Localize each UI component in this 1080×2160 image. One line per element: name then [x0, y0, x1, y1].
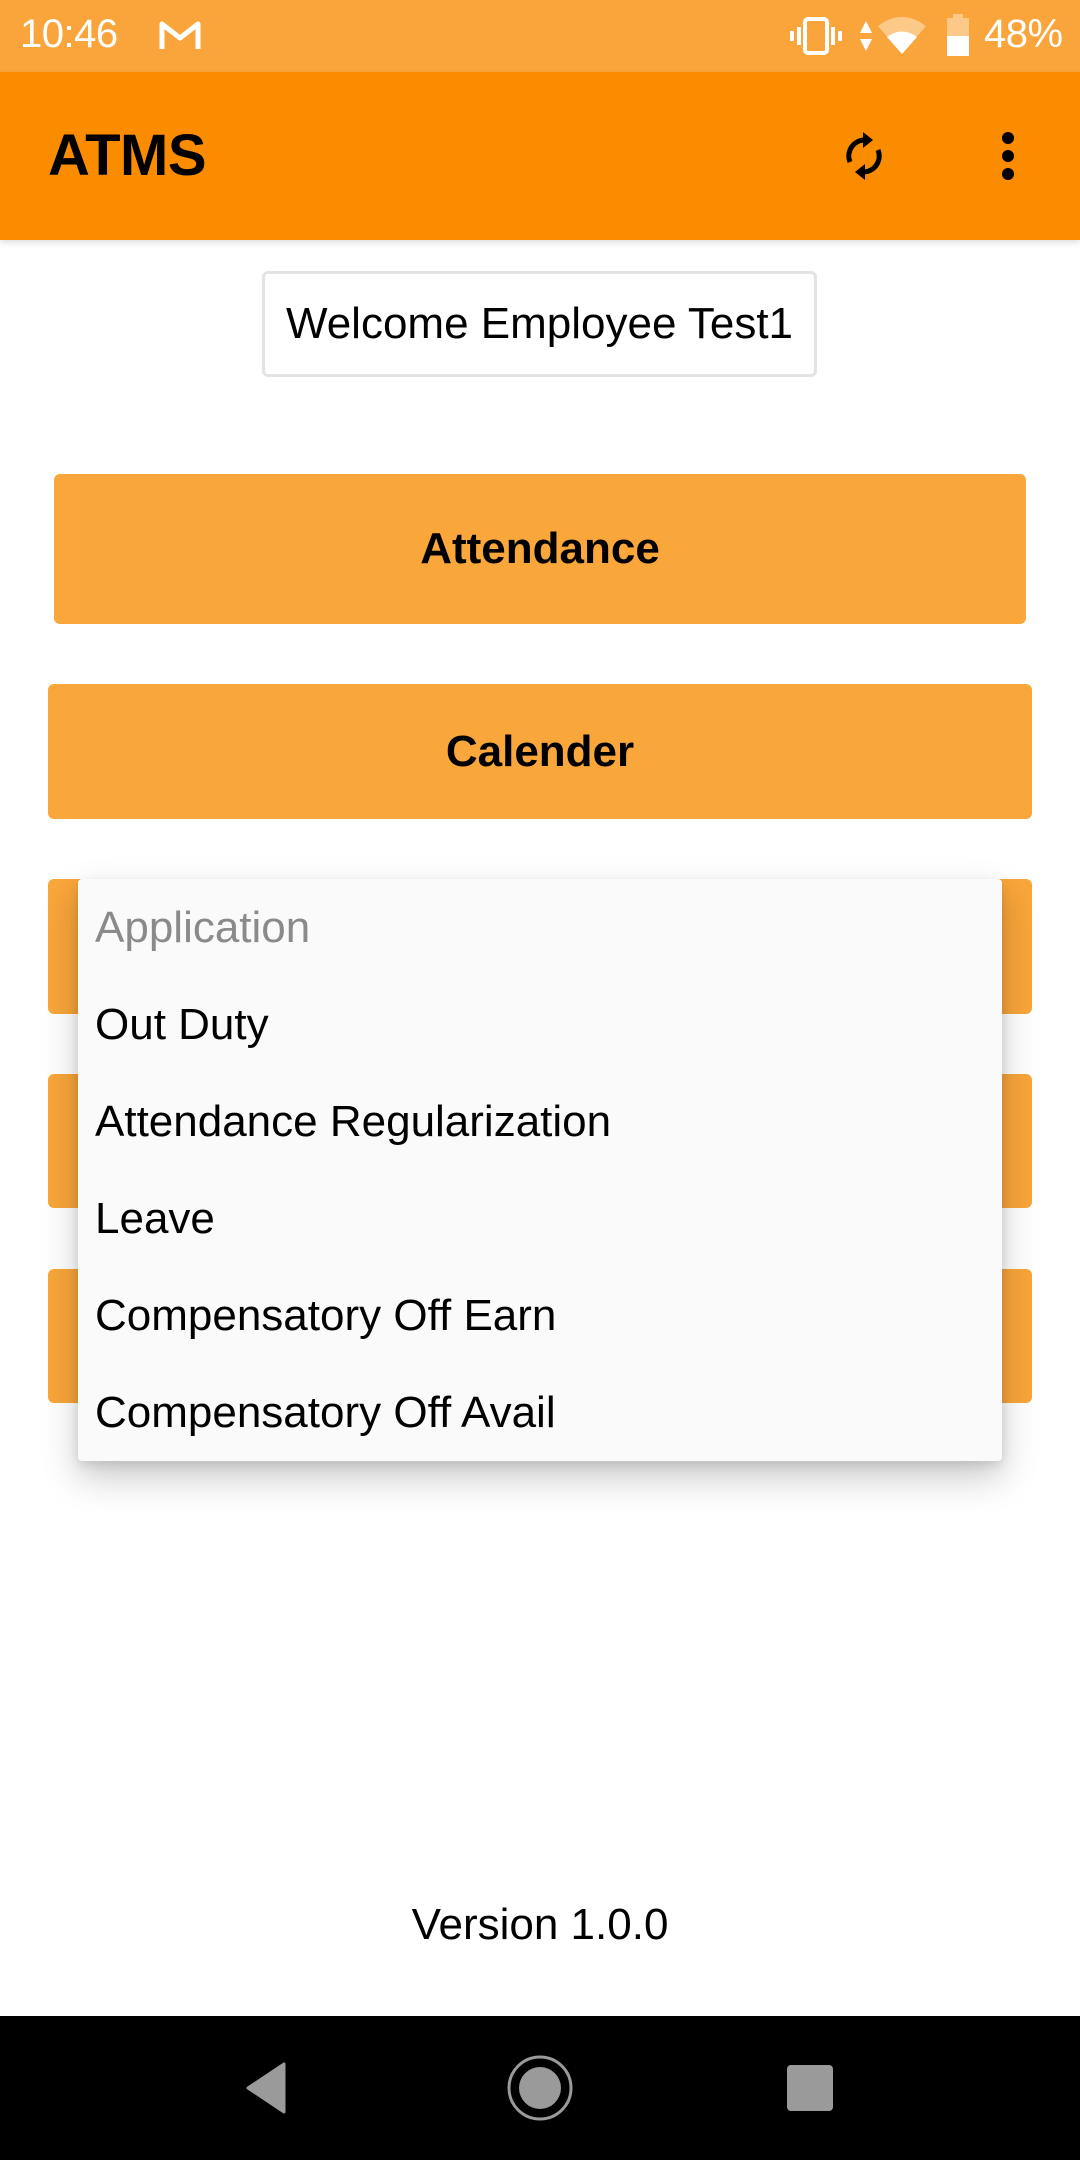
welcome-text: Welcome Employee Test1: [285, 299, 794, 348]
recents-button[interactable]: [782, 2060, 838, 2116]
navigation-bar: [0, 2016, 1080, 2160]
home-button[interactable]: [504, 2052, 576, 2124]
version-label: Version 1.0.0: [411, 1900, 669, 1949]
dropdown-item-comp-off-avail[interactable]: Compensatory Off Avail: [78, 1364, 1002, 1461]
more-vert-icon: [1002, 132, 1014, 180]
dropdown-item-comp-off-earn[interactable]: Compensatory Off Earn: [78, 1267, 1002, 1364]
application-dropdown-menu: Application Out Duty Attendance Regulari…: [78, 879, 1002, 1461]
battery-percent: 48%: [984, 12, 1063, 56]
dropdown-item-attendance-regularization[interactable]: Attendance Regularization: [78, 1073, 1002, 1170]
status-time: 10:46: [20, 12, 118, 56]
more-options-button[interactable]: [984, 126, 1032, 186]
back-button[interactable]: [238, 2058, 294, 2118]
dropdown-item-leave[interactable]: Leave: [78, 1170, 1002, 1267]
calendar-button[interactable]: Calender: [48, 684, 1032, 819]
app-bar: ATMS: [0, 72, 1080, 240]
gmail-icon: [159, 21, 201, 49]
dropdown-header: Application: [95, 903, 311, 952]
home-icon: [507, 2055, 573, 2121]
back-icon: [246, 2062, 286, 2114]
wifi-icon: [878, 17, 926, 54]
data-arrows-icon: [860, 21, 872, 51]
app-title: ATMS: [48, 123, 207, 188]
refresh-button[interactable]: [834, 126, 894, 186]
welcome-box: Welcome Employee Test1: [262, 271, 817, 377]
status-bar: 10:46 48%: [0, 0, 1080, 72]
dropdown-item-out-duty[interactable]: Out Duty: [78, 976, 1002, 1073]
attendance-button[interactable]: Attendance: [54, 474, 1026, 624]
recents-icon: [787, 2065, 833, 2111]
battery-icon: [947, 14, 969, 56]
vibrate-icon: [790, 17, 842, 55]
refresh-icon: [846, 132, 882, 180]
